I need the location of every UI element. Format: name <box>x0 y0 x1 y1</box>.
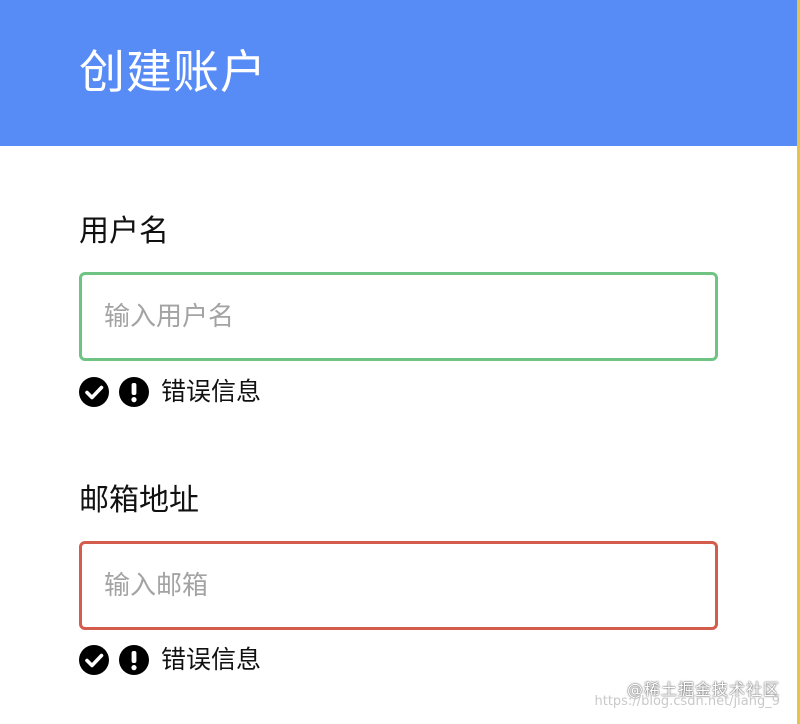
exclamation-circle-icon <box>119 377 149 407</box>
page-title: 创建账户 <box>79 45 267 99</box>
exclamation-circle-icon <box>119 645 149 675</box>
watermark: @稀土掘金技术社区 https://blog.csdn.net/jiang_9 <box>594 682 780 710</box>
check-circle-icon <box>79 645 109 675</box>
email-label: 邮箱地址 <box>79 483 199 518</box>
watermark-url: https://blog.csdn.net/jiang_9 <box>594 694 780 709</box>
email-input[interactable] <box>79 541 718 630</box>
username-status: 错误信息 <box>79 376 261 408</box>
check-circle-icon <box>79 377 109 407</box>
username-input[interactable] <box>79 272 718 361</box>
email-status: 错误信息 <box>79 644 261 676</box>
create-account-page: 创建账户 用户名 错误信息 邮箱地址 错误信息 @稀土 <box>0 0 800 724</box>
header-bar: 创建账户 <box>0 0 797 146</box>
email-error-message: 错误信息 <box>161 645 262 674</box>
username-label: 用户名 <box>79 214 169 249</box>
username-error-message: 错误信息 <box>161 377 262 406</box>
